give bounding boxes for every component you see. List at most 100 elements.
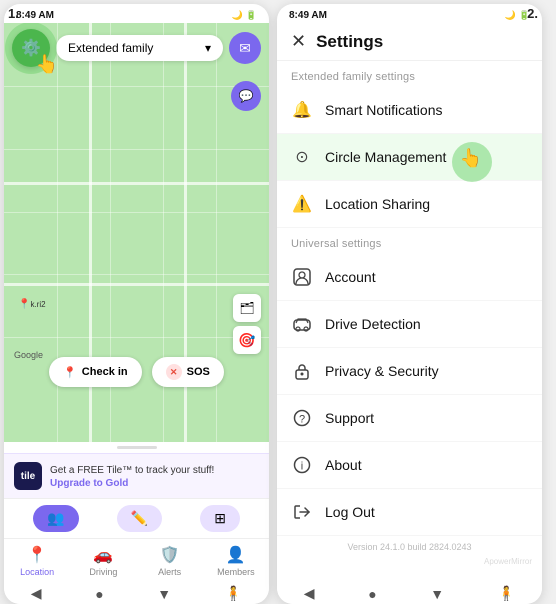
time-2: 8:49 AM xyxy=(289,10,327,21)
nav-person-2[interactable]: 🧍 xyxy=(498,585,515,602)
action-row: 📍 Check in ✕ SOS xyxy=(4,357,269,387)
screen1-phone: 1. 8:49 AM 🌙 🔋 ⚙️ 👆 Extended famil xyxy=(4,4,269,604)
settings-title: Settings xyxy=(316,32,383,52)
tab-location[interactable]: 📍 Location xyxy=(4,543,70,579)
privacy-label: Privacy & Security xyxy=(325,363,439,379)
bottom-tabs: 📍 Location 🚗 Driving 🛡️ Alerts 👤 Members xyxy=(4,538,269,581)
nav-recent[interactable]: ▼ xyxy=(157,586,171,602)
grid-button[interactable]: ⊞ xyxy=(200,505,240,532)
tab-members[interactable]: 👤 Members xyxy=(203,543,269,579)
nav-back[interactable]: ◀ xyxy=(31,585,42,602)
layers-button[interactable]: 🗂 xyxy=(233,294,261,322)
menu-item-location-sharing[interactable]: ⚠️ Location Sharing xyxy=(277,181,542,228)
nav-bar-1: ◀ ● ▼ 🧍 xyxy=(4,581,269,604)
menu-item-circle-management[interactable]: ⊙ Circle Management 👆 xyxy=(277,134,542,181)
location-sharing-label: Location Sharing xyxy=(325,196,430,212)
checkin-button[interactable]: 📍 Check in xyxy=(49,357,142,387)
nav-person[interactable]: 🧍 xyxy=(225,585,242,602)
checkin-label: Check in xyxy=(82,366,128,378)
tab-location-label: Location xyxy=(20,567,54,577)
watermark: ApowerMirror xyxy=(484,557,532,566)
menu-item-about[interactable]: i About xyxy=(277,442,542,489)
account-icon xyxy=(291,266,313,288)
moon-icon: 🌙 xyxy=(232,10,243,21)
pen-icon: ✏️ xyxy=(131,510,148,526)
chat-icon: 💬 xyxy=(239,89,254,103)
menu-item-account[interactable]: Account xyxy=(277,254,542,301)
nav-home[interactable]: ● xyxy=(95,586,103,602)
family-picker[interactable]: Extended family ▾ xyxy=(56,35,223,61)
menu-item-smart-notifications[interactable]: 🔔 Smart Notifications xyxy=(277,87,542,134)
promo-content: Get a FREE Tile™ to track your stuff! Up… xyxy=(50,464,214,489)
nav-home-2[interactable]: ● xyxy=(368,586,376,602)
about-icon: i xyxy=(291,454,313,476)
divider xyxy=(117,446,157,449)
version-text: Version 24.1.0 build 2824.0243 xyxy=(277,536,542,554)
drive-icon xyxy=(291,313,313,335)
circle-icon: ⊙ xyxy=(291,146,313,168)
nav-back-2[interactable]: ◀ xyxy=(304,585,315,602)
tab-driving[interactable]: 🚗 Driving xyxy=(70,543,136,579)
friends-button[interactable]: 👥 xyxy=(33,505,78,532)
svg-text:?: ? xyxy=(299,414,305,426)
settings-button[interactable]: ⚙️ 👆 xyxy=(12,29,50,67)
location-share-icon: ⚠️ xyxy=(291,193,313,215)
grid-icon: ⊞ xyxy=(214,510,226,526)
menu-item-privacy[interactable]: Privacy & Security xyxy=(277,348,542,395)
menu-item-logout[interactable]: Log Out xyxy=(277,489,542,536)
tab-alerts-label: Alerts xyxy=(158,567,181,577)
family-picker-label: Extended family xyxy=(68,41,153,55)
logout-icon xyxy=(291,501,313,523)
section1-label: Extended family settings xyxy=(277,61,542,87)
tab-driving-label: Driving xyxy=(89,567,117,577)
tile-logo: tile xyxy=(14,462,42,490)
notification-icon: 🔔 xyxy=(291,99,313,121)
mail-icon: ✉ xyxy=(239,40,251,57)
nav-bar-2: ◀ ● ▼ 🧍 xyxy=(277,581,542,604)
battery-icon: 🔋 xyxy=(246,10,257,21)
friends-icon: 👥 xyxy=(47,510,64,526)
locate-icon: 🎯 xyxy=(238,332,255,349)
circle-management-label: Circle Management xyxy=(325,149,446,165)
section2-label: Universal settings xyxy=(277,228,542,254)
moon-icon-2: 🌙 xyxy=(505,10,516,21)
location-icon: 📍 xyxy=(27,545,47,565)
sos-button[interactable]: ✕ SOS xyxy=(152,357,224,387)
map-area: ⚙️ 👆 Extended family ▾ ✉ 💬 📍k.ri2 Google… xyxy=(4,23,269,442)
about-label: About xyxy=(325,457,362,473)
step2-label: 2. xyxy=(527,6,538,21)
account-label: Account xyxy=(325,269,376,285)
close-button[interactable]: ✕ xyxy=(291,31,306,52)
checkin-icon: 📍 xyxy=(63,366,77,379)
privacy-icon xyxy=(291,360,313,382)
tab-members-label: Members xyxy=(217,567,255,577)
sos-icon: ✕ xyxy=(166,364,182,380)
screen2-phone: 2. 8:49 AM 🌙 🔋 ✕ Settings Extended famil… xyxy=(277,4,542,604)
quick-actions: 👥 ✏️ ⊞ xyxy=(4,498,269,538)
drive-detection-label: Drive Detection xyxy=(325,316,421,332)
nav-recent-2[interactable]: ▼ xyxy=(430,586,444,602)
logout-label: Log Out xyxy=(325,504,375,520)
mail-button[interactable]: ✉ xyxy=(229,32,261,64)
promo-text: Get a FREE Tile™ to track your stuff! xyxy=(50,464,214,478)
svg-text:i: i xyxy=(301,461,303,473)
status-bar-1: 8:49 AM 🌙 🔋 xyxy=(4,4,269,23)
driving-icon: 🚗 xyxy=(93,545,113,565)
members-icon: 👤 xyxy=(226,545,246,565)
tab-alerts[interactable]: 🛡️ Alerts xyxy=(137,543,203,579)
locate-button[interactable]: 🎯 xyxy=(233,326,261,354)
cursor-hand-2: 👆 xyxy=(460,148,482,169)
step1-label: 1. xyxy=(8,6,19,21)
menu-item-support[interactable]: ? Support xyxy=(277,395,542,442)
cursor-hand: 👆 xyxy=(36,54,58,75)
support-label: Support xyxy=(325,410,374,426)
status-icons-1: 🌙 🔋 xyxy=(232,10,257,21)
chat-button[interactable]: 💬 xyxy=(231,81,261,111)
smart-notifications-label: Smart Notifications xyxy=(325,102,442,118)
pen-button[interactable]: ✏️ xyxy=(117,505,162,532)
settings-header: ✕ Settings xyxy=(277,23,542,61)
time-1: 8:49 AM xyxy=(16,10,54,21)
promo-banner[interactable]: tile Get a FREE Tile™ to track your stuf… xyxy=(4,453,269,498)
support-icon: ? xyxy=(291,407,313,429)
menu-item-drive-detection[interactable]: Drive Detection xyxy=(277,301,542,348)
